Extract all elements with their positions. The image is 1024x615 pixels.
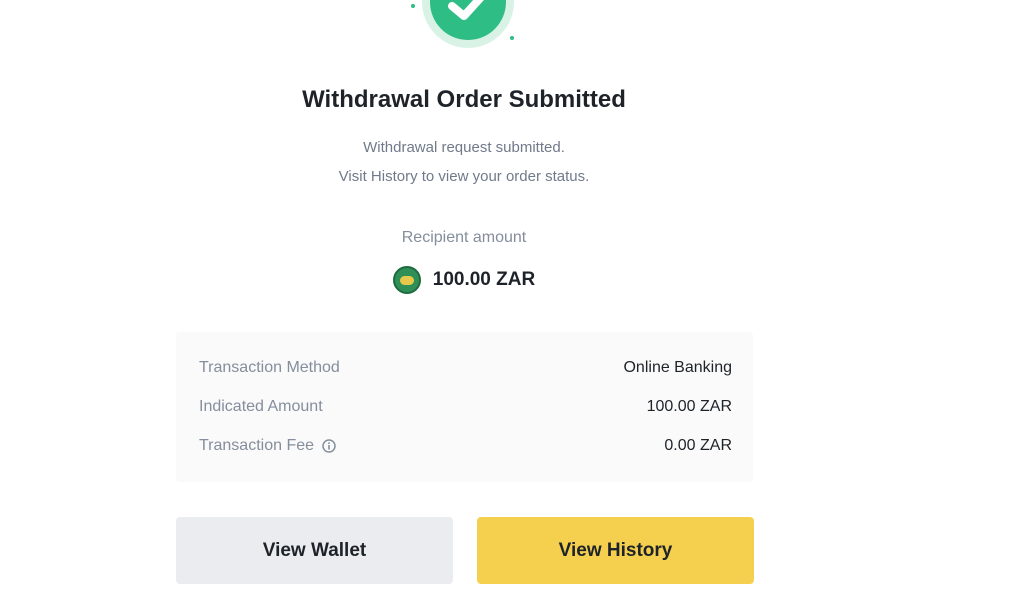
detail-label-wrapper: Transaction Fee xyxy=(199,437,336,455)
check-circle-icon xyxy=(422,0,514,48)
detail-row-transaction-method: Transaction Method Online Banking xyxy=(199,356,732,380)
detail-label: Transaction Method xyxy=(199,359,340,376)
view-wallet-button[interactable]: View Wallet xyxy=(176,517,453,584)
dialog-message-line-1: Withdrawal request submitted. xyxy=(363,139,565,156)
detail-label: Transaction Fee xyxy=(199,437,315,454)
recipient-amount: 100.00 ZAR xyxy=(0,266,928,294)
zar-currency-icon xyxy=(392,266,421,294)
sparkle-decoration xyxy=(510,36,514,40)
detail-row-indicated-amount: Indicated Amount 100.00 ZAR xyxy=(199,395,732,419)
info-icon[interactable] xyxy=(322,439,336,453)
recipient-amount-value: 100.00 ZAR xyxy=(432,269,536,290)
detail-value: 0.00 ZAR xyxy=(664,437,732,454)
view-history-button[interactable]: View History xyxy=(477,517,754,584)
recipient-amount-label: Recipient amount xyxy=(401,229,527,246)
sparkle-decoration xyxy=(411,4,415,8)
withdrawal-success-dialog: Withdrawal Order Submitted Withdrawal re… xyxy=(0,0,1024,615)
dialog-message-line-2: Visit History to view your order status. xyxy=(338,168,590,185)
dialog-title: Withdrawal Order Submitted xyxy=(302,86,626,113)
detail-value: Online Banking xyxy=(623,359,732,376)
detail-row-transaction-fee: Transaction Fee 0.00 ZAR xyxy=(199,434,732,458)
detail-value: 100.00 ZAR xyxy=(646,398,732,415)
transaction-details-panel: Transaction Method Online Banking Indica… xyxy=(176,332,753,482)
detail-label: Indicated Amount xyxy=(199,398,323,415)
